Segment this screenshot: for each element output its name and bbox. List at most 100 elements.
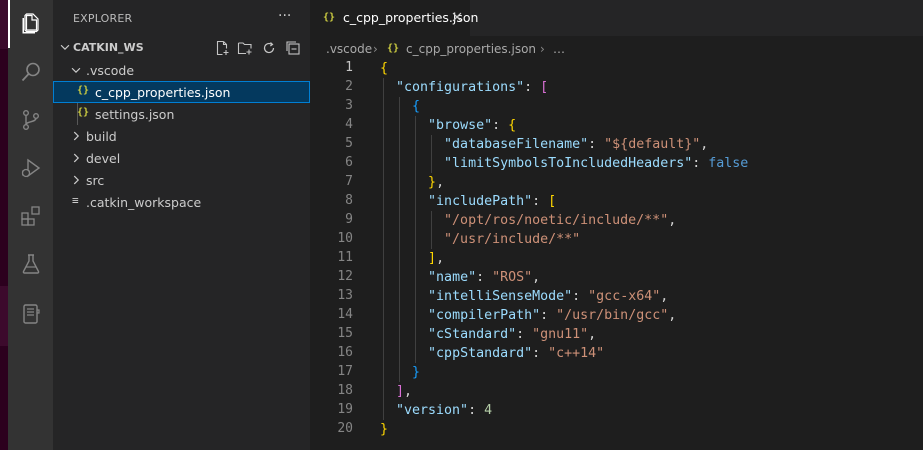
line-content: "includePath": [: [428, 194, 557, 209]
code-line: 15 "cStandard": "gnu11",: [310, 325, 923, 344]
line-number: 15: [337, 326, 353, 341]
tree-item-build-folder[interactable]: build: [53, 125, 310, 147]
code-line: 16 "cppStandard": "c++14": [310, 344, 923, 363]
collapse-all-icon: [286, 41, 300, 55]
tree-item-vscode-folder[interactable]: .vscode: [53, 59, 310, 81]
new-folder-button[interactable]: [237, 40, 253, 56]
line-number: 9: [345, 212, 353, 227]
activity-notebook[interactable]: [8, 290, 53, 338]
collapse-all-button[interactable]: [285, 40, 301, 56]
chevron-down-icon: [60, 44, 70, 51]
code-line: 10 "/usr/include/**": [310, 230, 923, 249]
tree-item-settings-json[interactable]: {} settings.json: [53, 103, 310, 125]
line-number: 8: [345, 193, 353, 208]
explorer-title: EXPLORER: [73, 12, 133, 25]
run-debug-icon: [21, 158, 40, 178]
line-content: "cppStandard": "c++14": [428, 346, 605, 361]
code-line: 5 "databaseFilename": "${default}",: [310, 135, 923, 154]
line-content: "limitSymbolsToIncludedHeaders": false: [444, 156, 749, 171]
json-file-icon: {}: [387, 43, 400, 54]
source-control-icon: [22, 110, 39, 131]
activity-extensions[interactable]: [8, 192, 53, 240]
line-content: }: [380, 422, 389, 437]
tree-item-catkin-workspace[interactable]: ≡ .catkin_workspace: [53, 191, 310, 213]
line-content: {: [380, 61, 389, 76]
line-number: 13: [337, 288, 353, 303]
line-number: 14: [337, 307, 353, 322]
breadcrumb-more[interactable]: …: [553, 42, 565, 56]
breadcrumb-file[interactable]: c_cpp_properties.json: [406, 42, 536, 56]
code-line: 11 ],: [310, 249, 923, 268]
code-line: 17 }: [310, 363, 923, 382]
os-dock-segment: [0, 0, 8, 49]
line-content: },: [428, 175, 445, 190]
tree-item-c-cpp-properties[interactable]: {} c_cpp_properties.json: [53, 81, 310, 103]
code-line: 2 "configurations": [: [310, 78, 923, 97]
activity-run-debug[interactable]: [8, 144, 53, 192]
activity-source-control[interactable]: [8, 96, 53, 144]
line-content: "compilerPath": "/usr/bin/gcc",: [428, 308, 677, 323]
tree-item-label: settings.json: [95, 107, 175, 122]
tree-item-src-folder[interactable]: src: [53, 169, 310, 191]
tree-item-label: c_cpp_properties.json: [95, 85, 231, 100]
chevron-down-icon: [71, 67, 81, 74]
chevron-right-icon: [73, 131, 80, 141]
code-line: 14 "compilerPath": "/usr/bin/gcc",: [310, 306, 923, 325]
workspace-section-header[interactable]: CATKIN_WS: [53, 37, 310, 59]
notebook-icon: [22, 304, 40, 324]
workspace-title: CATKIN_WS: [73, 41, 144, 54]
close-icon[interactable]: [450, 10, 464, 24]
line-content: "cStandard": "gnu11",: [428, 327, 597, 342]
code-editor[interactable]: 1 { 2 "configurations": [ 3 { 4 "browse"…: [310, 59, 923, 450]
activity-testing[interactable]: [8, 240, 53, 288]
line-number: 12: [337, 269, 353, 284]
explorer-sidebar: EXPLORER ··· CATKIN_WS .vscode {} c_cpp_…: [53, 0, 310, 450]
files-icon: [22, 13, 39, 34]
tree-item-label: .catkin_workspace: [86, 195, 202, 210]
line-number: 2: [345, 79, 353, 94]
code-line: 6 "limitSymbolsToIncludedHeaders": false: [310, 154, 923, 173]
search-icon: [21, 62, 40, 82]
line-number: 10: [337, 231, 353, 246]
new-file-button[interactable]: [214, 40, 230, 56]
line-number: 5: [345, 136, 353, 151]
refresh-button[interactable]: [261, 40, 277, 56]
line-content: "version": 4: [396, 403, 493, 418]
line-number: 20: [337, 421, 353, 436]
line-content: "name": "ROS",: [428, 270, 541, 285]
line-number: 4: [345, 117, 353, 132]
line-number: 18: [337, 383, 353, 398]
line-number: 1: [345, 60, 353, 75]
breadcrumb-folder[interactable]: .vscode: [326, 42, 372, 56]
line-content: "configurations": [: [396, 80, 549, 95]
code-line: 19 "version": 4: [310, 401, 923, 420]
line-content: "browse": {: [428, 118, 517, 133]
breadcrumb: .vscode › {} c_cpp_properties.json › …: [310, 38, 923, 60]
json-file-icon: {}: [77, 107, 90, 118]
editor-area: {} c_cpp_properties.json .vscode › {} c_…: [310, 0, 923, 450]
json-file-icon: {}: [323, 12, 336, 23]
code-line: 9 "/opt/ros/noetic/include/**",: [310, 211, 923, 230]
line-number: 17: [337, 364, 353, 379]
tree-item-label: build: [86, 129, 117, 144]
tree-item-devel-folder[interactable]: devel: [53, 147, 310, 169]
tree-item-label: .vscode: [86, 63, 135, 78]
line-number: 19: [337, 402, 353, 417]
line-number: 7: [345, 174, 353, 189]
activity-bar: [8, 0, 53, 450]
os-dock-edge: [0, 0, 8, 450]
more-actions-icon[interactable]: ···: [278, 8, 291, 24]
chevron-right-icon: [73, 153, 80, 163]
os-dock-segment: [0, 286, 8, 346]
activity-search[interactable]: [8, 48, 53, 96]
code-line: 20 }: [310, 420, 923, 439]
tab-c-cpp-properties[interactable]: {} c_cpp_properties.json: [310, 0, 478, 36]
activity-explorer[interactable]: [8, 0, 53, 48]
line-content: }: [412, 365, 421, 380]
line-content: "/usr/include/**": [444, 232, 581, 247]
testing-icon: [22, 254, 39, 274]
code-line: 1 {: [310, 59, 923, 78]
explorer-header: EXPLORER ···: [53, 0, 310, 36]
text-file-icon: ≡: [72, 194, 79, 207]
tree-item-label: src: [86, 173, 105, 188]
